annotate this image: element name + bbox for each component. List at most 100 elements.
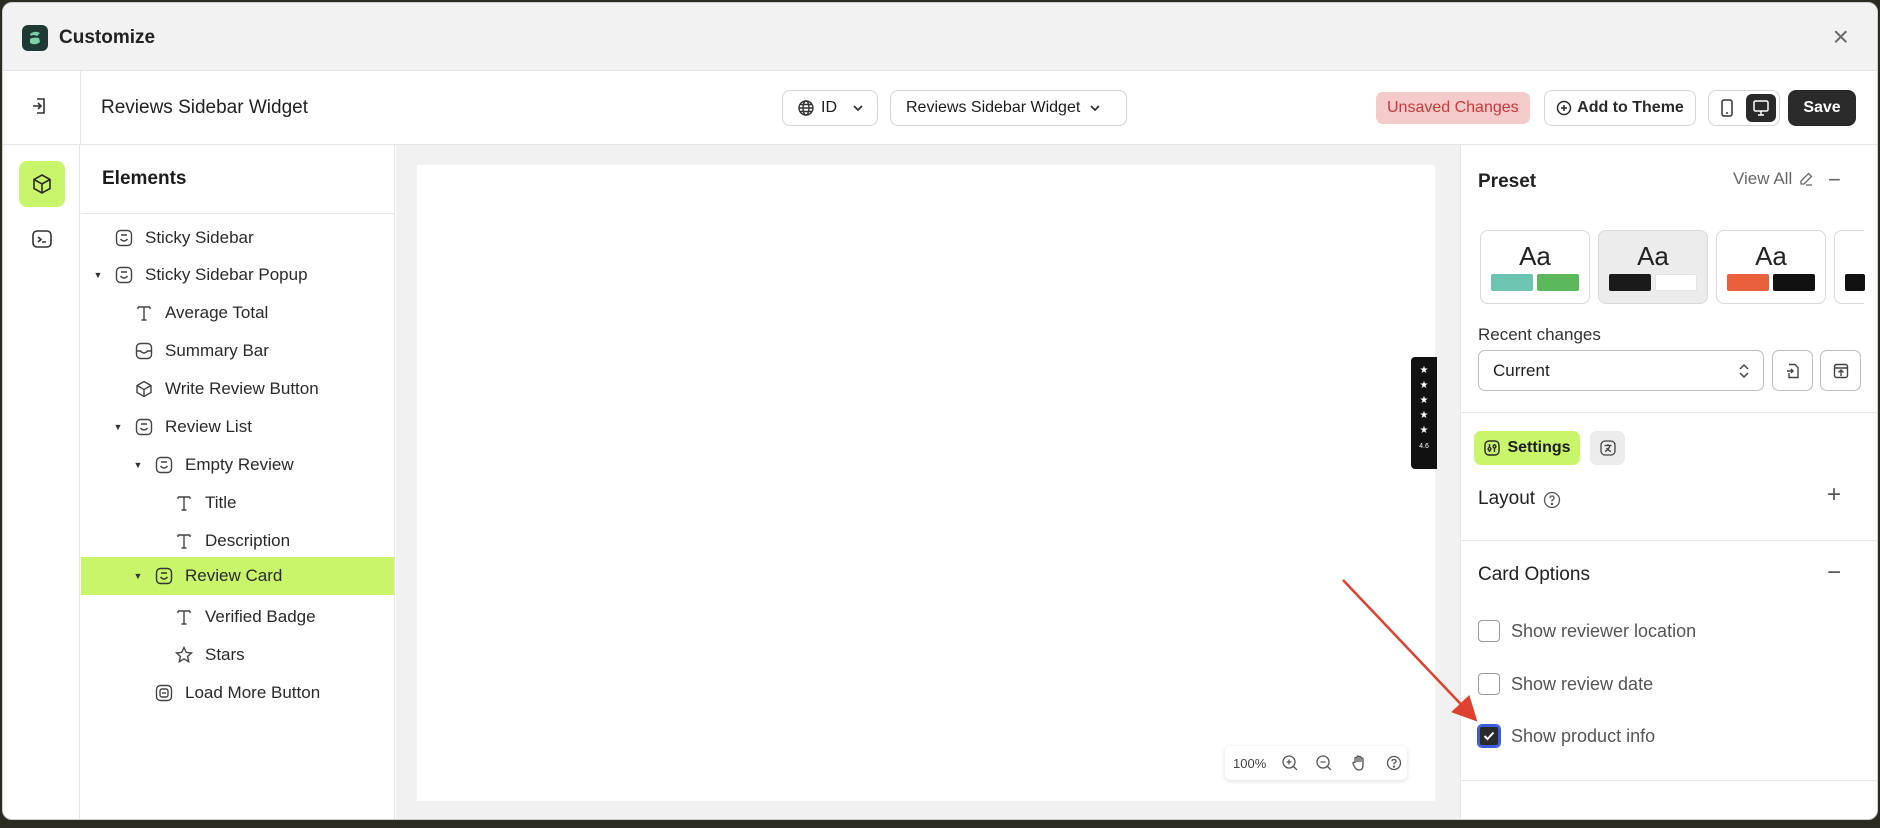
check-icon xyxy=(1483,731,1495,741)
cube-icon xyxy=(133,378,155,400)
tree-item-label: Average Total xyxy=(165,303,269,322)
device-toggle xyxy=(1708,90,1780,126)
desktop-view-button[interactable] xyxy=(1745,94,1776,122)
tree-item-review-list[interactable]: ▼ Review List xyxy=(81,408,394,446)
recent-changes-value: Current xyxy=(1493,360,1550,380)
globe-icon xyxy=(798,100,814,116)
recent-changes-label: Recent changes xyxy=(1478,325,1601,344)
preset-swatch xyxy=(1609,274,1651,291)
plus-circle-icon xyxy=(1556,100,1572,116)
tree-item-summary-bar[interactable]: Summary Bar xyxy=(81,332,394,370)
option-show-reviewer-location[interactable]: Show reviewer location xyxy=(1478,620,1696,642)
caret-down-icon[interactable]: ▼ xyxy=(133,460,143,470)
text-icon xyxy=(173,492,195,514)
checkbox-checked[interactable] xyxy=(1477,724,1501,748)
tree-item-label: Load More Button xyxy=(185,683,321,702)
preset-card-1[interactable]: Aa xyxy=(1480,230,1590,304)
tree-item-average-total[interactable]: Average Total xyxy=(81,294,394,332)
unsaved-changes-badge: Unsaved Changes xyxy=(1376,92,1530,124)
tree-item-description[interactable]: Description xyxy=(81,522,394,560)
option-label: Show product info xyxy=(1511,725,1656,746)
star-icon: ★ xyxy=(1419,410,1429,421)
close-icon[interactable]: × xyxy=(1833,23,1849,51)
preset-sample: Aa xyxy=(1519,241,1551,271)
option-label: Show reviewer location xyxy=(1511,620,1697,641)
layout-title: Layout xyxy=(1478,488,1536,509)
tree-item-write-review-button[interactable]: Write Review Button xyxy=(81,370,394,408)
add-to-theme-label: Add to Theme xyxy=(1577,99,1684,116)
translate-icon xyxy=(1599,440,1616,456)
add-to-theme-button[interactable]: Add to Theme xyxy=(1544,90,1696,126)
tree-item-label: Sticky Sidebar Popup xyxy=(145,265,308,284)
elements-rail-button[interactable] xyxy=(19,161,65,207)
tree-item-label: Summary Bar xyxy=(165,341,269,360)
edit-icon xyxy=(1800,172,1813,186)
caret-down-icon[interactable]: ▼ xyxy=(93,270,103,280)
section-icon xyxy=(113,227,135,249)
tab-settings-label: Settings xyxy=(1507,439,1571,456)
star-icon: ★ xyxy=(1419,365,1429,376)
preset-sample: Aa xyxy=(1755,241,1787,271)
collapse-preset-icon[interactable]: − xyxy=(1828,167,1841,193)
tree-item-label: Review List xyxy=(165,417,252,436)
help-circle-icon[interactable] xyxy=(1542,490,1562,515)
hand-icon[interactable] xyxy=(1346,750,1373,777)
tab-settings[interactable]: Settings xyxy=(1474,431,1580,465)
option-show-review-date[interactable]: Show review date xyxy=(1478,673,1653,695)
tree-item-stars[interactable]: Stars xyxy=(81,636,394,674)
divider xyxy=(1461,412,1877,413)
zoom-out-icon[interactable] xyxy=(1311,750,1338,777)
section-icon xyxy=(133,416,155,438)
text-icon xyxy=(133,302,155,324)
tree-item-load-more-button[interactable]: Load More Button xyxy=(81,674,394,712)
preset-swatch xyxy=(1491,274,1533,291)
star-icon xyxy=(173,644,195,666)
tree-item-verified-badge[interactable]: Verified Badge xyxy=(81,598,394,636)
preset-card-4[interactable] xyxy=(1834,230,1865,304)
collapse-card-options-icon[interactable]: − xyxy=(1827,559,1841,587)
language-select[interactable]: ID xyxy=(782,90,878,126)
inbox-icon xyxy=(133,340,155,362)
preset-swatch xyxy=(1773,274,1815,291)
preset-swatch xyxy=(1845,274,1865,291)
terminal-icon xyxy=(32,230,52,248)
reviews-floating-tab[interactable]: ★ ★ ★ ★ ★ 4.6 xyxy=(1411,357,1437,469)
code-rail-button[interactable] xyxy=(19,216,65,262)
tree-item-label: Empty Review xyxy=(185,455,294,474)
recent-changes-select[interactable]: Current xyxy=(1478,350,1764,391)
caret-down-icon[interactable]: ▼ xyxy=(113,422,123,432)
zoom-in-icon[interactable] xyxy=(1276,750,1303,777)
import-button[interactable] xyxy=(1772,350,1813,391)
language-value: ID xyxy=(821,99,837,116)
expand-layout-icon[interactable]: + xyxy=(1827,481,1841,509)
mobile-view-button[interactable] xyxy=(1712,94,1743,122)
desktop-icon xyxy=(1753,100,1769,116)
checkbox[interactable] xyxy=(1478,673,1500,695)
caret-down-icon[interactable]: ▼ xyxy=(133,571,143,581)
canvas-area: ★ ★ ★ ★ ★ 4.6 100% xyxy=(396,145,1460,819)
preset-swatch xyxy=(1537,274,1579,291)
settings-panel: Preset View All − Aa Aa Aa Recent change… xyxy=(1460,145,1877,819)
tab-translate[interactable] xyxy=(1590,431,1625,465)
exit-icon[interactable] xyxy=(29,95,53,119)
tree-item-label: Sticky Sidebar xyxy=(145,228,254,247)
tree-item-review-card[interactable]: ▼ Review Card xyxy=(81,557,394,595)
preset-card-3[interactable]: Aa xyxy=(1716,230,1826,304)
toolbar-divider xyxy=(80,71,81,145)
export-button[interactable] xyxy=(1820,350,1861,391)
view-all-link[interactable]: View All xyxy=(1733,169,1814,189)
section-icon xyxy=(113,264,135,286)
section-icon xyxy=(153,454,175,476)
preview-canvas[interactable] xyxy=(417,165,1435,801)
tree-item-empty-review[interactable]: ▼ Empty Review xyxy=(81,446,394,484)
page-select[interactable]: Reviews Sidebar Widget xyxy=(890,90,1127,126)
help-icon[interactable] xyxy=(1380,750,1407,777)
option-show-product-info[interactable]: Show product info xyxy=(1477,724,1656,748)
tree-item-sticky-sidebar[interactable]: Sticky Sidebar xyxy=(81,219,394,257)
tree-item-sticky-sidebar-popup[interactable]: ▼ Sticky Sidebar Popup xyxy=(81,256,394,294)
preset-card-2[interactable]: Aa xyxy=(1598,230,1708,304)
tree-item-title[interactable]: Title xyxy=(81,484,394,522)
preset-swatch xyxy=(1655,274,1697,291)
save-button[interactable]: Save xyxy=(1788,90,1856,126)
checkbox[interactable] xyxy=(1478,620,1500,642)
